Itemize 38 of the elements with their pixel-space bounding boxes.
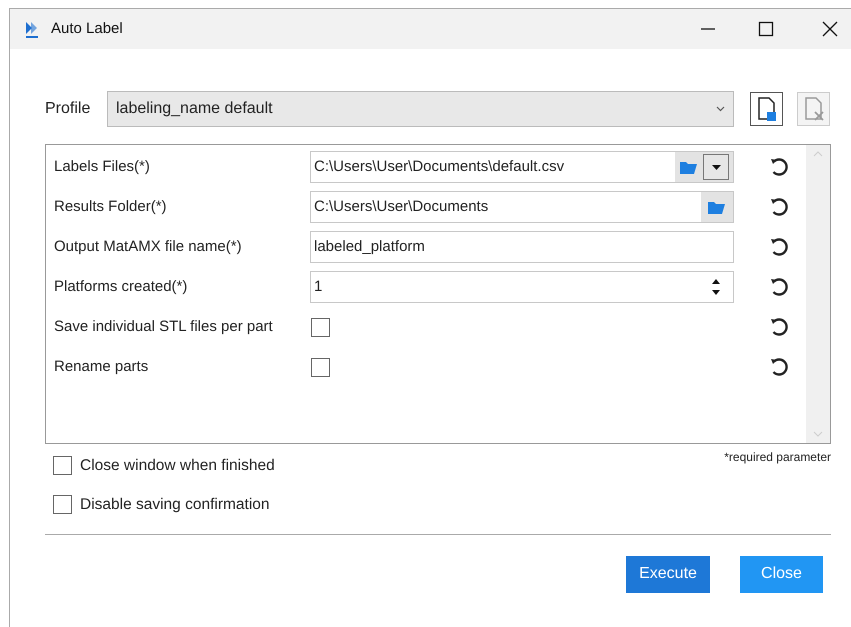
file-field[interactable]: C:\Users\User\Documents\default.csv	[310, 151, 734, 183]
dialog-button[interactable]: Execute	[626, 556, 710, 592]
parameter-label: Output MatAMX file name(*)	[54, 236, 243, 257]
reset-icon[interactable]	[768, 236, 790, 258]
checkbox[interactable]	[53, 456, 72, 476]
parameter-label: Save individual STL files per part	[54, 316, 274, 337]
parameter-label: Rename parts	[54, 356, 150, 377]
reset-icon[interactable]	[768, 156, 790, 178]
reset-icon[interactable]	[768, 356, 790, 378]
option-label: Close window when finished	[80, 456, 275, 476]
option-label: Disable saving confirmation	[80, 495, 270, 516]
checkbox[interactable]	[311, 358, 330, 376]
text-field[interactable]: labeled_platform	[310, 231, 734, 263]
required-note: *required parameter	[724, 449, 831, 466]
folder-icon[interactable]	[679, 159, 699, 175]
dropdown-button[interactable]	[703, 154, 729, 180]
folder-icon[interactable]	[707, 199, 727, 215]
parameter-label: Platforms created(*)	[54, 276, 188, 297]
save-file-icon[interactable]	[750, 92, 783, 126]
parameter-label: Results Folder(*)	[54, 196, 168, 217]
window-title: Auto Label	[51, 18, 123, 39]
delete-file-icon[interactable]	[797, 92, 830, 126]
checkbox[interactable]	[53, 495, 72, 514]
maximize-icon[interactable]	[758, 21, 774, 37]
checkbox[interactable]	[311, 318, 330, 336]
close-icon[interactable]	[822, 21, 838, 37]
profile-label: Profile	[45, 99, 92, 119]
parameter-label: Labels Files(*)	[54, 156, 151, 177]
spinner-arrows-icon[interactable]	[711, 277, 721, 297]
profile-dropdown[interactable]: labeling_name default	[107, 91, 734, 127]
chevron-down-icon	[716, 106, 725, 112]
number-field[interactable]: 1	[310, 271, 734, 303]
reset-icon[interactable]	[768, 316, 790, 338]
folder-field[interactable]: C:\Users\User\Documents	[310, 191, 734, 223]
reset-icon[interactable]	[768, 276, 790, 298]
reset-icon[interactable]	[768, 196, 790, 218]
caret-icon	[712, 164, 720, 170]
app-icon	[23, 20, 41, 38]
